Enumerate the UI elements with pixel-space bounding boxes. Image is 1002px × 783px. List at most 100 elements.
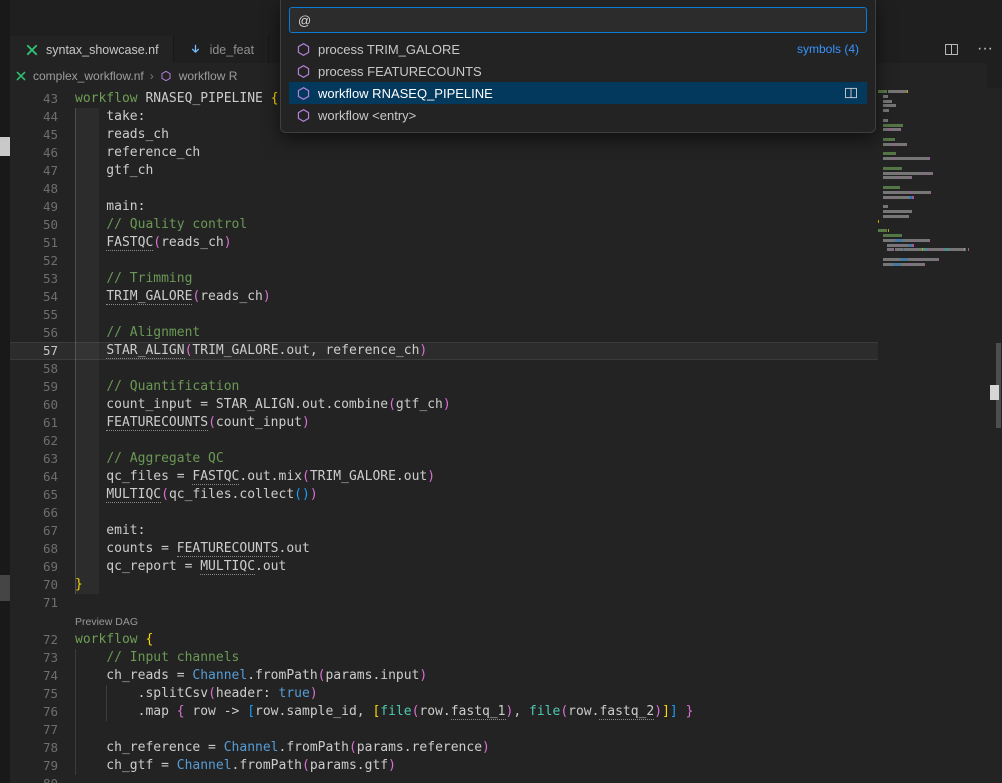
code-line-71[interactable]: 71 bbox=[10, 594, 878, 612]
quick-open-input[interactable] bbox=[289, 7, 867, 33]
code-text bbox=[58, 360, 75, 378]
line-number: 44 bbox=[10, 108, 58, 126]
code-line-57[interactable]: 57 STAR_ALIGN(TRIM_GALORE.out, reference… bbox=[10, 342, 878, 360]
breadcrumb-separator: › bbox=[150, 69, 154, 83]
code-text: ch_reference = Channel.fromPath(params.r… bbox=[58, 739, 490, 757]
code-line-53[interactable]: 53 // Trimming bbox=[10, 270, 878, 288]
code-text: qc_files = FASTQC.out.mix(TRIM_GALORE.ou… bbox=[58, 468, 435, 486]
code-line-47[interactable]: 47 gtf_ch bbox=[10, 162, 878, 180]
code-line-80[interactable]: 80 bbox=[10, 775, 878, 783]
code-line-55[interactable]: 55 bbox=[10, 306, 878, 324]
code-line-73[interactable]: 73 // Input channels bbox=[10, 649, 878, 667]
line-number: 54 bbox=[10, 288, 58, 306]
code-line-59[interactable]: 59 // Quantification bbox=[10, 378, 878, 396]
codelens-preview-dag[interactable]: Preview DAG bbox=[58, 613, 138, 631]
editor[interactable]: 43workflow RNASEQ_PIPELINE {44 take:45 r… bbox=[10, 88, 1002, 783]
quickopen-item-label: workflow <entry> bbox=[318, 108, 861, 123]
tab-syntax-showcase[interactable]: syntax_showcase.nf bbox=[10, 36, 174, 63]
code-line-60[interactable]: 60 count_input = STAR_ALIGN.out.combine(… bbox=[10, 396, 878, 414]
line-number: 65 bbox=[10, 486, 58, 504]
line-number: 75 bbox=[10, 685, 58, 703]
tab-label: syntax_showcase.nf bbox=[46, 43, 159, 57]
line-number: 52 bbox=[10, 252, 58, 270]
code-text bbox=[58, 306, 75, 324]
quickopen-item-label: workflow RNASEQ_PIPELINE bbox=[318, 86, 834, 101]
line-number: 61 bbox=[10, 414, 58, 432]
breadcrumb-symbol[interactable]: workflow R bbox=[179, 69, 238, 83]
more-actions-button[interactable]: ··· bbox=[976, 40, 994, 58]
code-line-52[interactable]: 52 bbox=[10, 252, 878, 270]
code-text: // Input channels bbox=[58, 649, 239, 667]
code-line-49[interactable]: 49 main: bbox=[10, 198, 878, 216]
code-line-67[interactable]: 67 emit: bbox=[10, 522, 878, 540]
code-text: ch_reads = Channel.fromPath(params.input… bbox=[58, 667, 427, 685]
code-line-56[interactable]: 56 // Alignment bbox=[10, 324, 878, 342]
scrollbar[interactable] bbox=[987, 88, 1002, 783]
line-number: 68 bbox=[10, 540, 58, 558]
code-line-72[interactable]: 72workflow { bbox=[10, 631, 878, 649]
code-text bbox=[58, 252, 75, 270]
symbol-icon bbox=[295, 85, 311, 101]
symbol-icon bbox=[295, 41, 311, 57]
tab-ide-features[interactable]: ide_feat bbox=[174, 36, 269, 63]
code-text: ch_gtf = Channel.fromPath(params.gtf) bbox=[58, 757, 396, 775]
indent-guide bbox=[75, 649, 76, 775]
code-line-54[interactable]: 54 TRIM_GALORE(reads_ch) bbox=[10, 288, 878, 306]
line-number: 66 bbox=[10, 504, 58, 522]
quickopen-item-label: process FEATURECOUNTS bbox=[318, 64, 861, 79]
code-text: .splitCsv(header: true) bbox=[58, 685, 318, 703]
overview-ruler-marker bbox=[990, 385, 999, 400]
code-line-51[interactable]: 51 FASTQC(reads_ch) bbox=[10, 234, 878, 252]
code-line-58[interactable]: 58 bbox=[10, 360, 878, 378]
line-number: 77 bbox=[10, 721, 58, 739]
line-number: 72 bbox=[10, 631, 58, 649]
left-rail-marker-dim bbox=[0, 575, 10, 601]
code-text bbox=[58, 504, 75, 522]
quickopen-item[interactable]: process FEATURECOUNTS bbox=[289, 60, 867, 82]
code-line-68[interactable]: 68 counts = FEATURECOUNTS.out bbox=[10, 540, 878, 558]
line-number: 55 bbox=[10, 306, 58, 324]
quickopen-item[interactable]: process TRIM_GALOREsymbols (4) bbox=[289, 38, 867, 60]
arrow-down-icon bbox=[188, 42, 203, 57]
breadcrumb-file[interactable]: complex_workflow.nf bbox=[33, 69, 144, 83]
line-number: 62 bbox=[10, 432, 58, 450]
code-line-78[interactable]: 78 ch_reference = Channel.fromPath(param… bbox=[10, 739, 878, 757]
tab-label: ide_feat bbox=[210, 43, 254, 57]
open-to-side-icon[interactable] bbox=[841, 86, 861, 100]
code-line-46[interactable]: 46 reference_ch bbox=[10, 144, 878, 162]
quickopen-item[interactable]: workflow <entry> bbox=[289, 104, 867, 126]
quickopen-item-label: process TRIM_GALORE bbox=[318, 42, 790, 57]
code-line-76[interactable]: 76 .map { row -> [row.sample_id, [file(r… bbox=[10, 703, 878, 721]
code-text bbox=[58, 180, 75, 198]
code-line-61[interactable]: 61 FEATURECOUNTS(count_input) bbox=[10, 414, 878, 432]
code-line-63[interactable]: 63 // Aggregate QC bbox=[10, 450, 878, 468]
code-line-66[interactable]: 66 bbox=[10, 504, 878, 522]
line-number: 80 bbox=[10, 775, 58, 783]
code-line-74[interactable]: 74 ch_reads = Channel.fromPath(params.in… bbox=[10, 667, 878, 685]
symbol-icon bbox=[295, 107, 311, 123]
code-line-69[interactable]: 69 qc_report = MULTIQC.out bbox=[10, 558, 878, 576]
code-line-62[interactable]: 62 bbox=[10, 432, 878, 450]
split-editor-button[interactable] bbox=[942, 40, 960, 58]
quick-open-list: process TRIM_GALOREsymbols (4) process FE… bbox=[289, 38, 867, 126]
line-number: 73 bbox=[10, 649, 58, 667]
code-line-75[interactable]: 75 .splitCsv(header: true) bbox=[10, 685, 878, 703]
code-line-77[interactable]: 77 bbox=[10, 721, 878, 739]
code-line-50[interactable]: 50 // Quality control bbox=[10, 216, 878, 234]
line-number: 64 bbox=[10, 468, 58, 486]
code-line-79[interactable]: 79 ch_gtf = Channel.fromPath(params.gtf) bbox=[10, 757, 878, 775]
line-number: 43 bbox=[10, 90, 58, 108]
code-text: gtf_ch bbox=[58, 162, 153, 180]
minimap[interactable] bbox=[878, 90, 982, 272]
codelens-row: Preview DAG bbox=[10, 612, 878, 631]
line-number: 74 bbox=[10, 667, 58, 685]
line-number: 48 bbox=[10, 180, 58, 198]
code-line-48[interactable]: 48 bbox=[10, 180, 878, 198]
line-number: 63 bbox=[10, 450, 58, 468]
editor-actions: ··· bbox=[942, 40, 994, 58]
quickopen-item[interactable]: workflow RNASEQ_PIPELINE bbox=[289, 82, 867, 104]
code-area[interactable]: 43workflow RNASEQ_PIPELINE {44 take:45 r… bbox=[10, 88, 878, 783]
code-line-70[interactable]: 70} bbox=[10, 576, 878, 594]
code-line-64[interactable]: 64 qc_files = FASTQC.out.mix(TRIM_GALORE… bbox=[10, 468, 878, 486]
code-line-65[interactable]: 65 MULTIQC(qc_files.collect()) bbox=[10, 486, 878, 504]
